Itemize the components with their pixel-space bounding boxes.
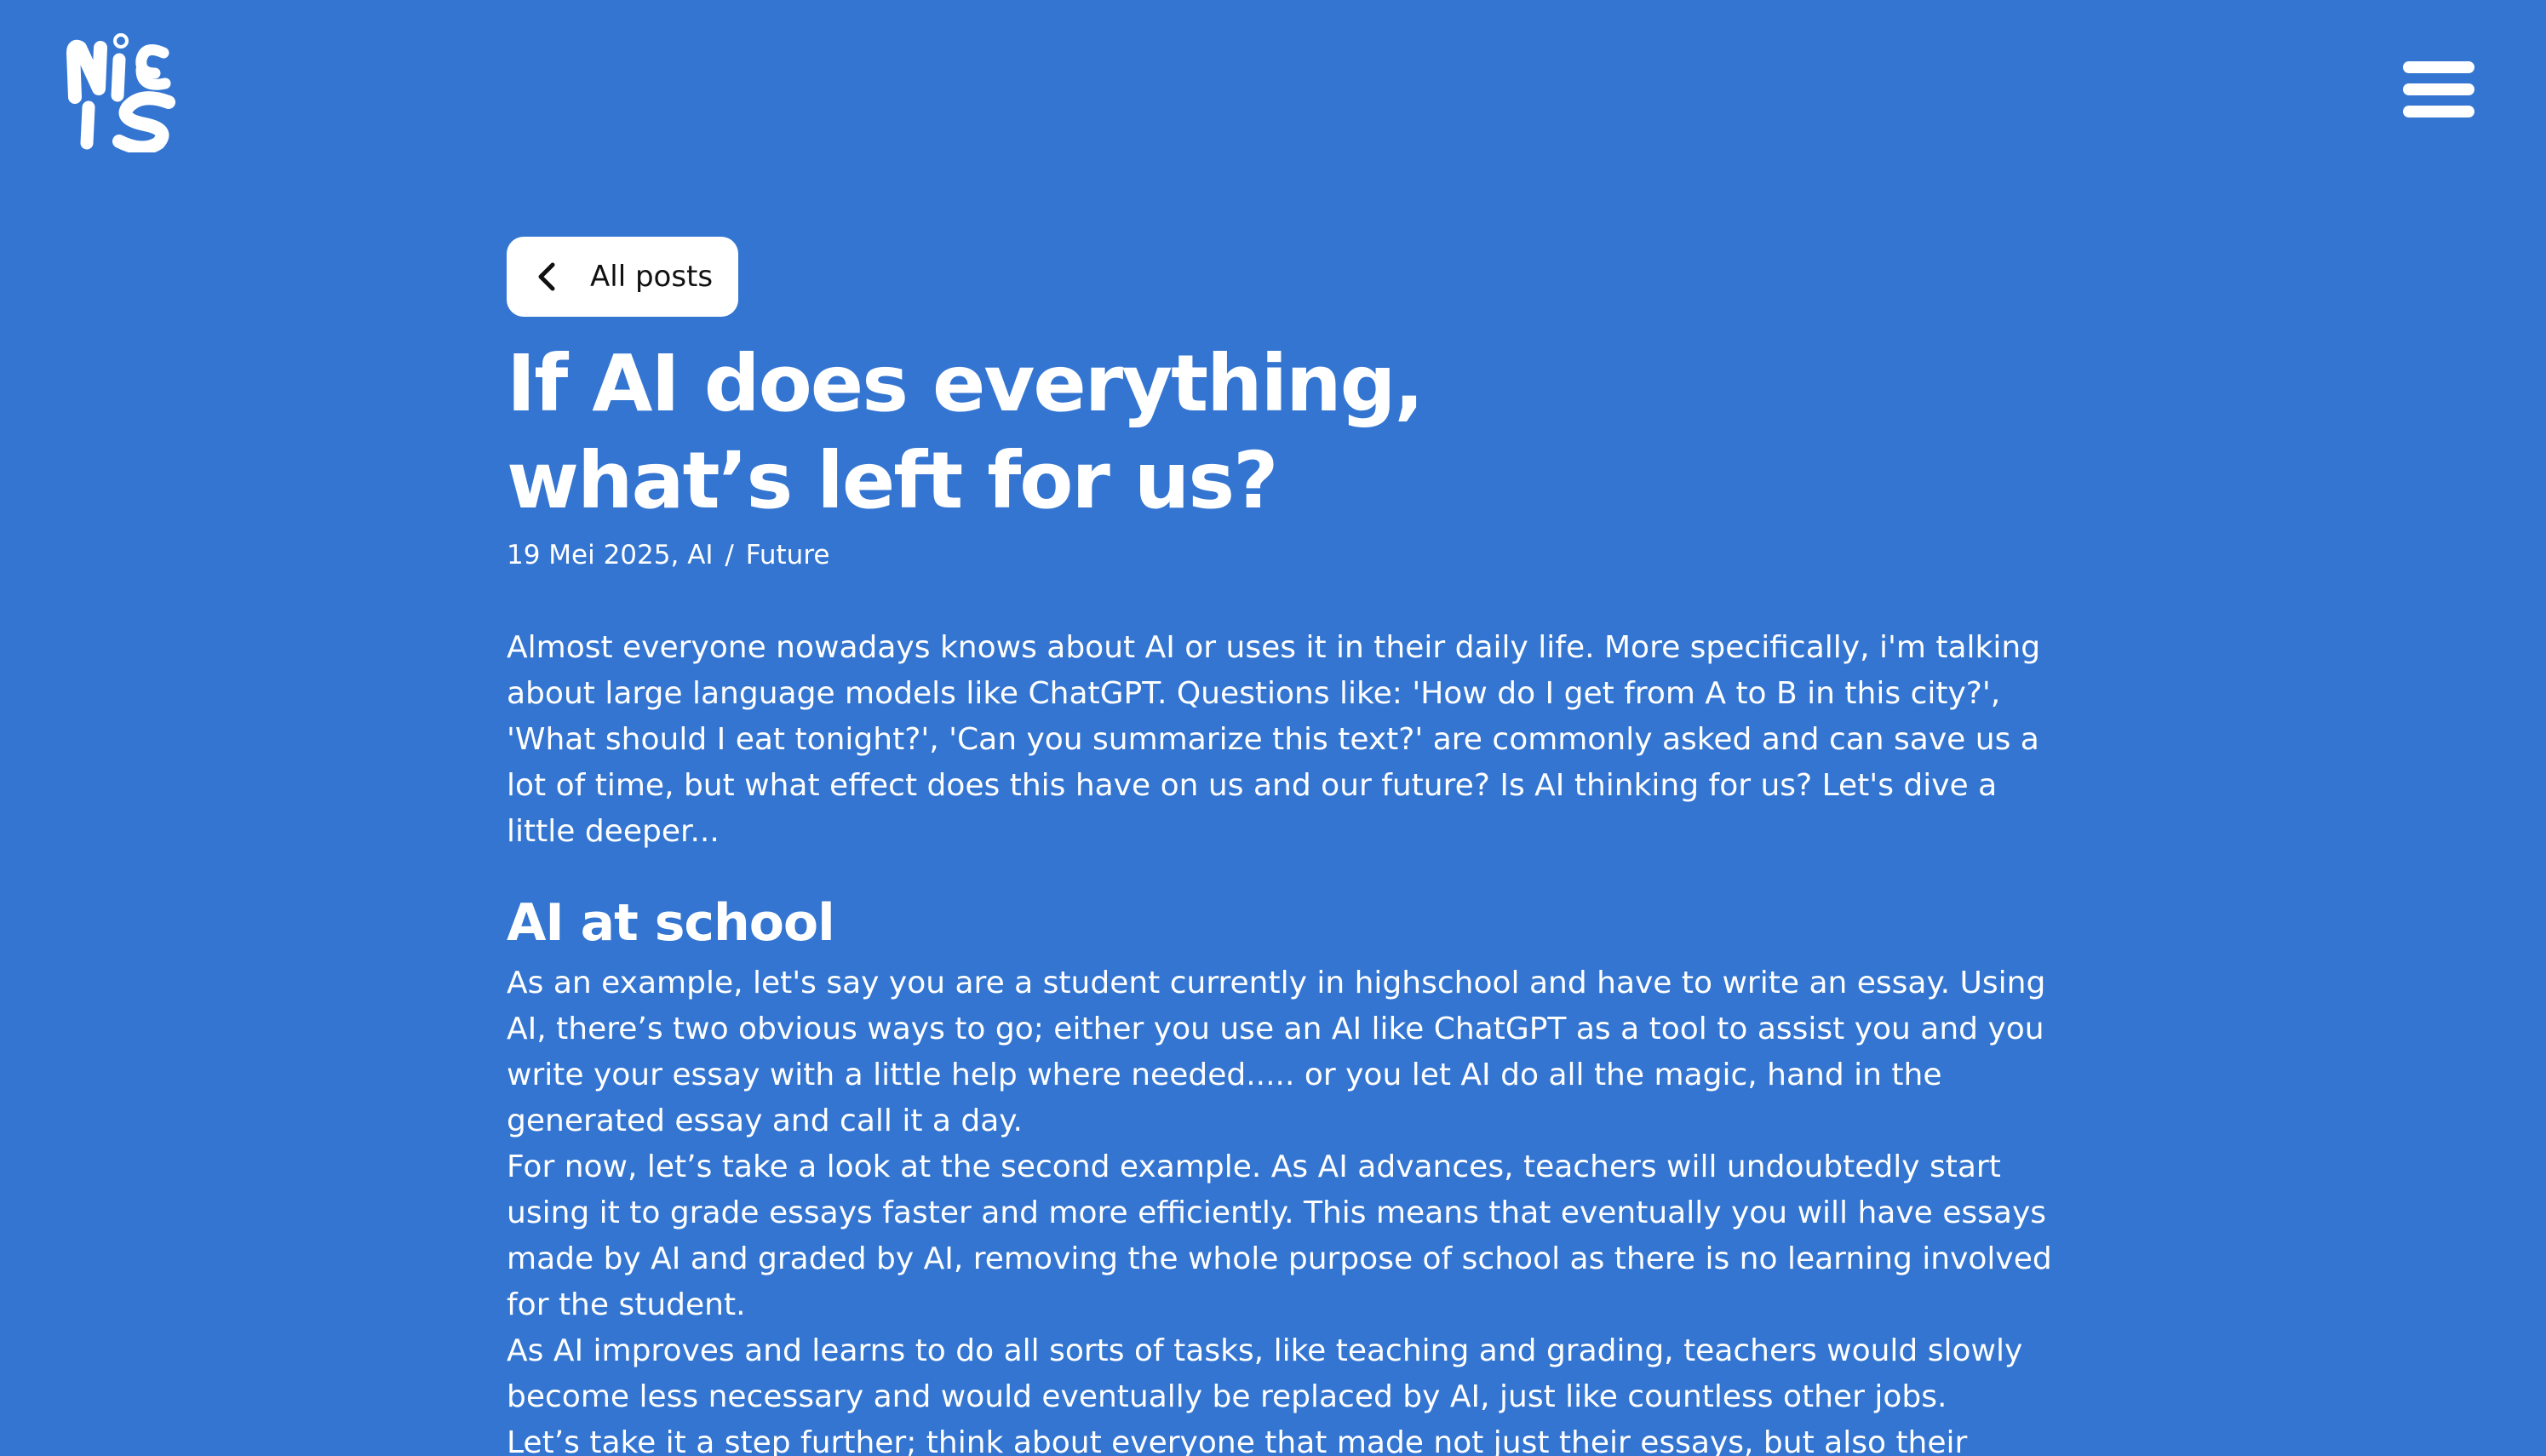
all-posts-button[interactable]: All posts [507,237,739,317]
category-link-ai[interactable]: AI [687,540,713,570]
category-link-future[interactable]: Future [746,540,830,570]
post-meta: 19 Mei 2025, AI / Future [507,538,2056,572]
category-separator: / [725,540,734,570]
section-paragraph-cut-off: Let’s take it a step further; think abou… [507,1425,1968,1456]
post-intro: Almost everyone nowadays knows about AI … [507,630,2041,849]
blog-post: All posts If AI does everything, what’s … [507,237,2056,1456]
hamburger-menu-button[interactable] [2400,56,2478,123]
chevron-left-icon [538,262,555,291]
niels-logo-icon[interactable] [63,29,182,152]
post-date: 19 Mei 2025, [507,540,680,570]
section-paragraph: For now, let’s take a look at the second… [507,1149,2052,1322]
post-title: If AI does everything, what’s left for u… [507,335,1614,530]
post-title-line-2: what’s left for us? [507,435,1279,526]
section-paragraph: As AI improves and learns to do all sort… [507,1333,2023,1414]
menu-bar-middle [2403,83,2474,95]
hamburger-menu-icon [2403,61,2474,73]
all-posts-label: All posts [590,260,714,294]
post-title-line-1: If AI does everything, [507,338,1424,429]
section-heading-ai-at-school: AI at school [507,893,835,953]
section-paragraph: As an example, let's say you are a stude… [507,966,2046,1138]
menu-bar-bottom [2403,106,2474,118]
